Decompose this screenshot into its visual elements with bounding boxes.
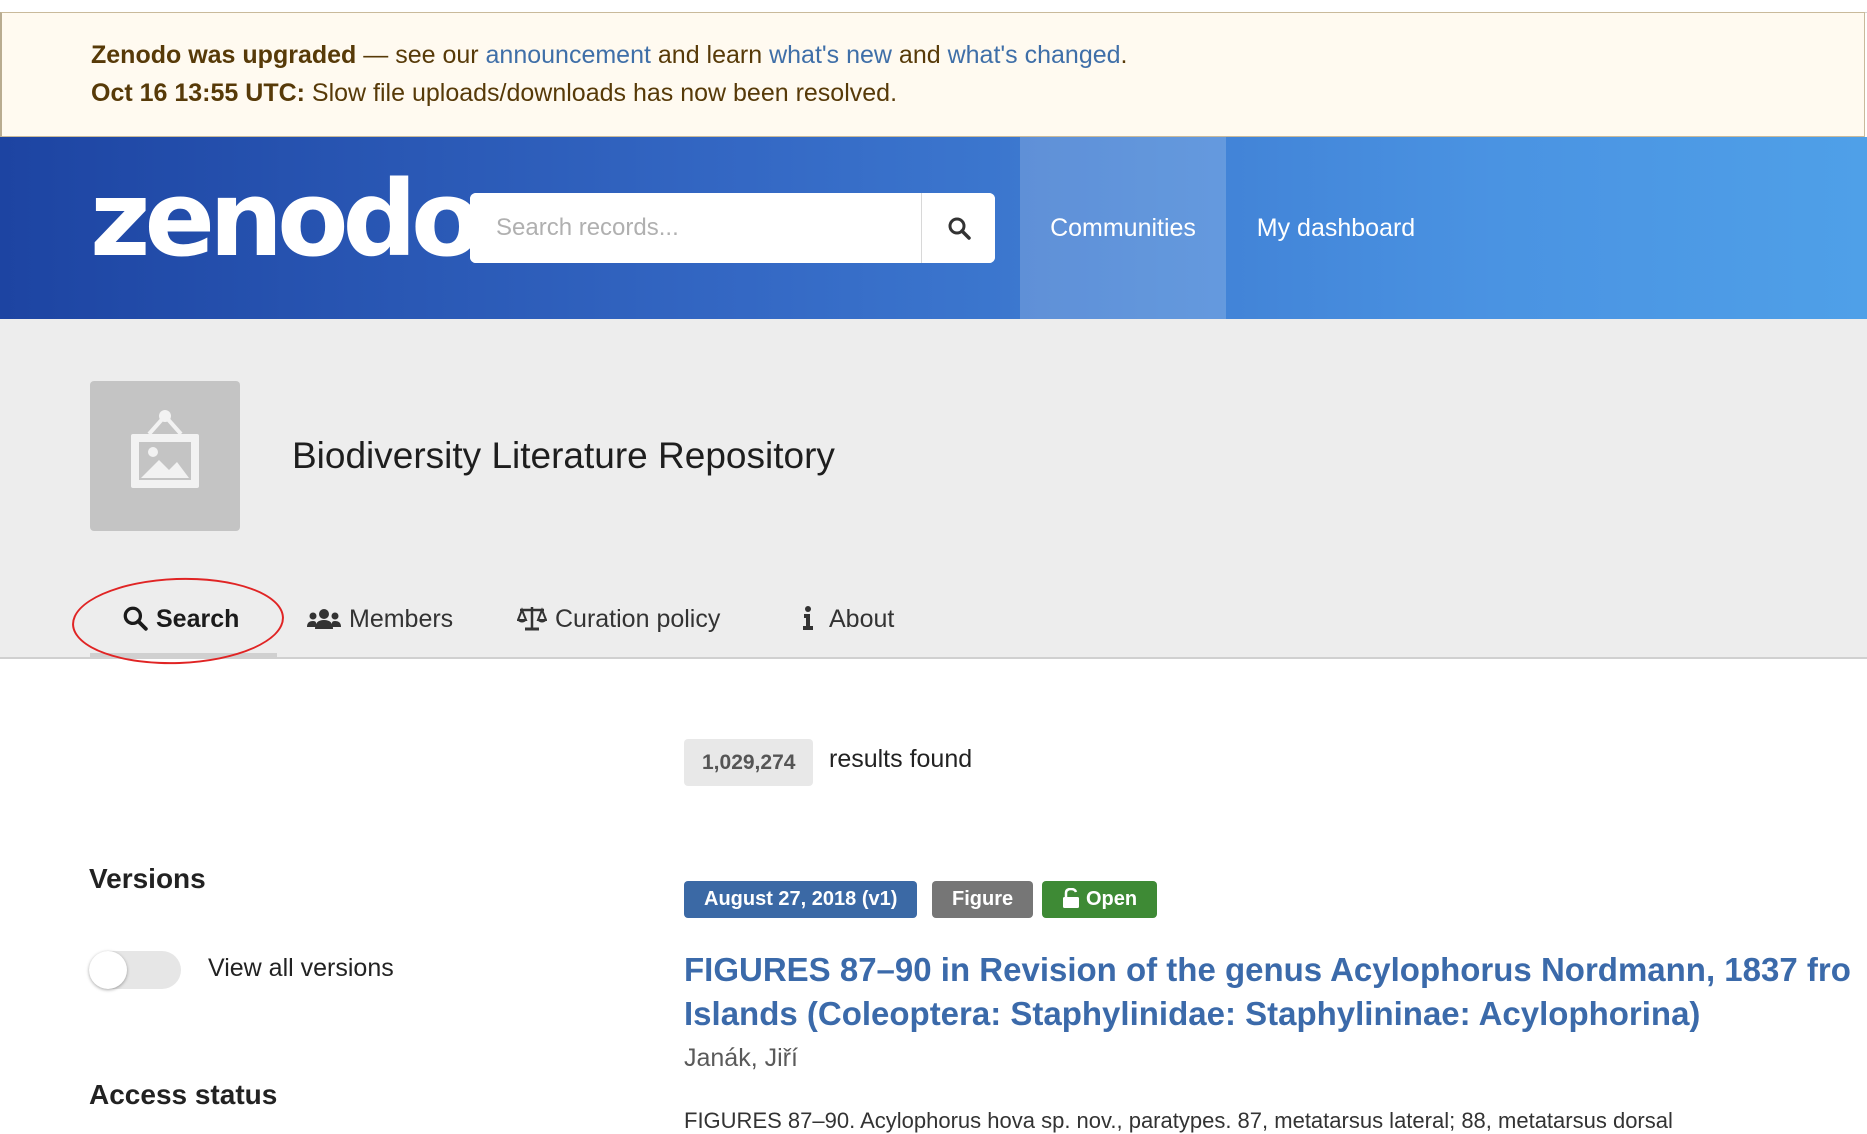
users-icon xyxy=(307,609,341,629)
result-title-line: FIGURES 87–90 in Revision of the genus A… xyxy=(684,951,1851,988)
banner-upgrade-bold: Zenodo was upgraded xyxy=(91,41,357,69)
info-icon xyxy=(803,606,813,630)
result-description: FIGURES 87–90. Acylophorus hova sp. nov.… xyxy=(684,1108,1673,1133)
search-button[interactable] xyxy=(921,193,995,263)
active-tab-indicator xyxy=(90,653,277,657)
tab-members[interactable]: Members xyxy=(307,605,453,657)
tab-about-label: About xyxy=(829,605,895,633)
access-status-facet-title: Access status xyxy=(89,1079,278,1110)
unlock-icon xyxy=(1063,887,1079,908)
community-header: Biodiversity Literature Repository Searc… xyxy=(0,319,1867,659)
community-title: Biodiversity Literature Repository xyxy=(292,435,835,476)
balance-scale-icon xyxy=(516,607,548,631)
banner-text: and xyxy=(891,41,948,69)
banner-status-text: Slow file uploads/downloads has now been… xyxy=(304,79,898,107)
results-count-badge: 1,029,274 xyxy=(684,739,814,786)
search-icon xyxy=(948,217,971,240)
tab-members-label: Members xyxy=(349,605,454,633)
banner-text: . xyxy=(1120,41,1128,69)
result-title-line: Islands (Coleoptera: Staphylinidae: Stap… xyxy=(684,995,1701,1032)
nav-my-dashboard[interactable]: My dashboard xyxy=(1226,137,1446,319)
versions-facet-title: Versions xyxy=(89,863,206,894)
whats-changed-link[interactable]: what's changed xyxy=(948,41,1121,69)
zenodo-logo[interactable]: zenodo xyxy=(90,167,482,271)
access-open-label: Open xyxy=(1042,881,1158,918)
access-open-text: Open xyxy=(1086,888,1138,910)
banner-text: and learn xyxy=(650,41,770,69)
community-logo xyxy=(90,381,240,531)
banner-status-bold: Oct 16 13:55 UTC: xyxy=(91,79,305,107)
search-bar xyxy=(470,193,995,263)
banner-text: — see our xyxy=(356,41,486,69)
tab-curation-label: Curation policy xyxy=(555,605,721,633)
view-all-versions-label[interactable]: View all versions xyxy=(208,954,394,983)
banner-line-status: Oct 16 13:55 UTC: Slow file uploads/down… xyxy=(91,79,897,108)
result-author: Janák, Jiří xyxy=(684,1044,798,1072)
tab-about[interactable]: About xyxy=(795,605,894,657)
view-all-versions-toggle[interactable] xyxy=(89,951,181,989)
nav-communities[interactable]: Communities xyxy=(1020,137,1226,319)
banner-line-upgrade: Zenodo was upgraded — see our announceme… xyxy=(91,41,1127,70)
publication-date-label: August 27, 2018 (v1) xyxy=(684,881,918,918)
search-input[interactable] xyxy=(470,193,920,263)
results-count-text: results found xyxy=(829,745,973,773)
image-placeholder-icon xyxy=(131,410,199,488)
resource-type-label: Figure xyxy=(932,881,1034,918)
tab-curation-policy[interactable]: Curation policy xyxy=(516,605,721,657)
announcement-banner: Zenodo was upgraded — see our announceme… xyxy=(0,12,1865,137)
announcement-link[interactable]: announcement xyxy=(486,41,651,69)
result-title-link[interactable]: FIGURES 87–90 in Revision of the genus A… xyxy=(684,948,1867,1036)
tab-search[interactable]: Search xyxy=(122,605,239,657)
search-icon xyxy=(123,606,148,631)
toggle-knob xyxy=(89,951,127,989)
site-header: zenodo Communities My dashboard xyxy=(0,137,1867,319)
whats-new-link[interactable]: what's new xyxy=(769,41,892,69)
tab-search-label: Search xyxy=(156,605,240,633)
